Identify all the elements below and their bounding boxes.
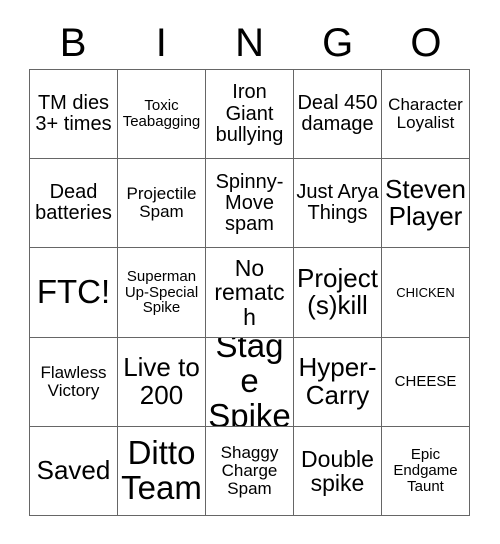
bingo-cell[interactable]: Deal 450 damage (294, 70, 382, 160)
header-letter-g: G (322, 20, 354, 65)
bingo-cell-label: Project (s)kill (297, 262, 378, 321)
bingo-cell-label: Saved (36, 455, 111, 486)
bingo-cell[interactable]: TM dies 3+ times (30, 70, 118, 160)
bingo-cell[interactable]: Character Loyalist (382, 70, 470, 160)
bingo-cell-label: Steven Player (385, 173, 466, 232)
bingo-cell[interactable]: CHEESE (382, 337, 470, 427)
bingo-cell[interactable]: Dead batteries (30, 159, 118, 249)
bingo-cell-label: Double spike (301, 445, 374, 496)
bingo-cell[interactable]: Spinny-Move spam (206, 159, 294, 249)
header-letter-o: O (410, 20, 442, 65)
bingo-cell[interactable]: Epic Endgame Taunt (382, 426, 470, 516)
bingo-cell[interactable]: Iron Giant bullying (206, 70, 294, 160)
bingo-cell-label: Flawless Victory (40, 362, 107, 400)
bingo-cell[interactable]: Project (s)kill (294, 248, 382, 338)
bingo-card: B I N G O TM dies 3+ times Toxic Teabagg… (0, 0, 500, 544)
bingo-cell[interactable]: Projectile Spam (118, 159, 206, 249)
bingo-cell-label: Iron Giant bullying (215, 81, 284, 146)
bingo-cell-label: CHICKEN (396, 284, 455, 300)
bingo-cell[interactable]: Superman Up-Special Spike (118, 248, 206, 338)
bingo-cell-label: Toxic Teabagging (122, 97, 201, 131)
bingo-cell-label: CHEESE (394, 372, 457, 390)
bingo-cell-label: Shaggy Charge Spam (220, 442, 279, 498)
bingo-cell[interactable]: Shaggy Charge Spam (206, 426, 294, 516)
bingo-cell[interactable]: Just Arya Things (294, 159, 382, 249)
bingo-cell[interactable]: No rematch (206, 248, 294, 338)
bingo-cell-label: Ditto Team (121, 433, 202, 506)
bingo-cell-label: TM dies 3+ times (35, 91, 112, 136)
bingo-cell-label: Dead batteries (35, 181, 112, 225)
bingo-cell-label: FTC! (36, 273, 111, 310)
bingo-cell[interactable]: CHICKEN (382, 248, 470, 338)
bingo-cell-label: Epic Endgame Taunt (393, 446, 458, 495)
bingo-grid: TM dies 3+ times Toxic Teabagging Iron G… (29, 69, 470, 516)
bingo-cell-label: Just Arya Things (296, 181, 379, 225)
bingo-cell[interactable]: Toxic Teabagging (118, 70, 206, 160)
bingo-cell[interactable]: Stage Spike (206, 337, 294, 427)
bingo-cell-label: Stage Spike (208, 337, 291, 427)
bingo-cell-label: Hyper-Carry (298, 352, 377, 410)
bingo-cell[interactable]: Double spike (294, 426, 382, 516)
bingo-cell[interactable]: Ditto Team (118, 426, 206, 516)
bingo-cell[interactable]: Live to 200 (118, 337, 206, 427)
bingo-cell[interactable]: Flawless Victory (30, 337, 118, 427)
bingo-cell-label: Deal 450 damage (297, 91, 378, 136)
bingo-cell[interactable]: Hyper-Carry (294, 337, 382, 427)
bingo-header-row: B I N G O (29, 16, 470, 69)
bingo-cell-label: Spinny-Move spam (215, 170, 284, 235)
header-letter-i: I (155, 20, 167, 65)
bingo-cell-label: Live to 200 (123, 352, 200, 410)
bingo-cell-label: Character Loyalist (388, 95, 463, 133)
header-letter-n: N (235, 20, 264, 65)
bingo-cell-label: Superman Up-Special Spike (124, 267, 199, 317)
bingo-cell[interactable]: Steven Player (382, 159, 470, 249)
bingo-cell-label: Projectile Spam (126, 184, 197, 222)
bingo-cell[interactable]: Saved (30, 426, 118, 516)
bingo-cell-label: No rematch (214, 254, 285, 330)
bingo-cell[interactable]: FTC! (30, 248, 118, 338)
header-letter-b: B (59, 20, 87, 65)
